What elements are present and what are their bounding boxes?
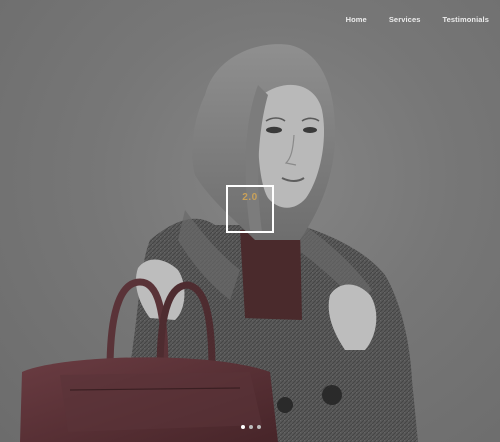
hero-section: Home Services Testimonials 2.0 — [0, 0, 500, 442]
slider-dot-1[interactable] — [241, 425, 245, 429]
logo-box[interactable]: 2.0 — [226, 185, 274, 233]
nav-item-services[interactable]: Services — [389, 15, 421, 24]
main-nav: Home Services Testimonials — [324, 15, 489, 24]
slider-dot-3[interactable] — [257, 425, 261, 429]
slider-dots — [241, 425, 261, 429]
slider-dot-2[interactable] — [249, 425, 253, 429]
nav-item-testimonials[interactable]: Testimonials — [443, 15, 490, 24]
nav-item-home[interactable]: Home — [346, 15, 367, 24]
logo-text: 2.0 — [242, 192, 258, 203]
